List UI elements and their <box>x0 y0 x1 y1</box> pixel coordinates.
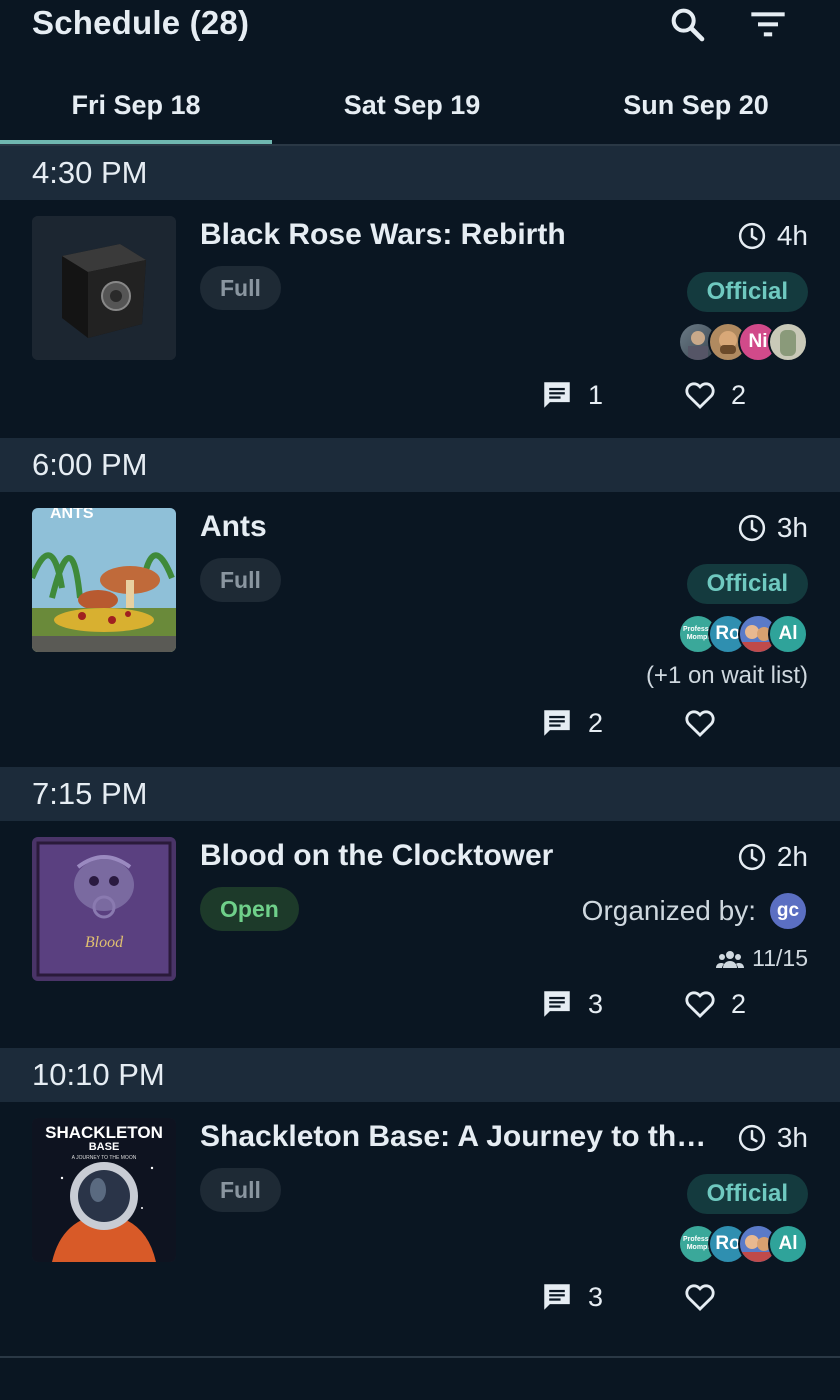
clock-icon <box>738 1124 765 1152</box>
comment-count: 1 <box>588 379 604 410</box>
game-thumbnail: ANTS <box>32 508 176 652</box>
like-button[interactable]: 2 <box>683 987 746 1021</box>
waitlist-text: (+1 on wait list) <box>645 662 808 689</box>
time-label: 7:15 PM <box>32 776 148 811</box>
event-card[interactable]: Black Rose Wars: Rebirth 4h Full Officia… <box>0 200 840 438</box>
time-header: 10:10 PM <box>0 1048 840 1102</box>
attendee-avatars[interactable]: Ni <box>678 322 808 362</box>
selected-tab-indicator <box>0 140 272 144</box>
time-header: 6:00 PM <box>0 438 840 492</box>
game-thumbnail: SHACKLETON BASE A JOURNEY TO THE MOON <box>32 1118 176 1262</box>
duration-text: 3h <box>776 1122 808 1153</box>
thumbnail-tagline: A JOURNEY TO THE MOON <box>72 1155 137 1161</box>
event-card[interactable]: SHACKLETON BASE A JOURNEY TO THE MOON Sh… <box>0 1102 840 1356</box>
like-count: 2 <box>731 379 747 410</box>
comment-icon <box>544 710 570 736</box>
search-icon <box>671 8 705 42</box>
like-count: 2 <box>731 988 747 1019</box>
time-label: 6:00 PM <box>32 447 148 482</box>
svg-text:ANTS: ANTS <box>50 508 94 522</box>
official-badge: Official <box>686 1174 808 1214</box>
group-icon <box>716 950 745 968</box>
duration: 3h <box>737 1122 808 1154</box>
heart-icon <box>685 710 715 738</box>
time-header: 4:30 PM <box>0 146 840 200</box>
official-badge: Official <box>686 564 808 604</box>
time-label: 4:30 PM <box>32 155 148 190</box>
tab-fri-sep-18[interactable]: Fri Sep 18 <box>0 66 272 144</box>
duration: 4h <box>737 220 808 252</box>
comments-button[interactable]: 1 <box>540 378 603 412</box>
tab-sun-sep-20[interactable]: Sun Sep 20 <box>552 66 840 144</box>
time-header: 7:15 PM <box>0 767 840 821</box>
avatar: Al <box>768 1224 808 1264</box>
game-thumbnail: Blood <box>32 837 176 981</box>
organized-by-label: Organized by: <box>581 895 756 926</box>
attendee-avatars[interactable]: Professo Mompi Ro Al <box>678 1224 808 1264</box>
like-button[interactable]: 2 <box>683 378 746 412</box>
thumbnail-logo-subtext: BASE <box>89 1141 120 1153</box>
player-count: 11/15 <box>716 945 808 972</box>
day-tabs: Fri Sep 18 Sat Sep 19 Sun Sep 20 <box>0 66 840 146</box>
duration: 2h <box>737 841 808 873</box>
duration-text: 2h <box>776 841 808 872</box>
heart-icon <box>685 991 715 1019</box>
comment-icon <box>544 1284 570 1310</box>
clock-icon <box>738 843 765 871</box>
clock-icon <box>738 222 765 250</box>
comments-button[interactable]: 3 <box>540 1280 603 1314</box>
status-badge: Open <box>200 887 299 931</box>
like-button[interactable] <box>683 706 731 740</box>
official-badge: Official <box>686 272 808 312</box>
game-title: Blood on the Clocktower <box>200 839 554 872</box>
organizer-avatar[interactable]: gc <box>768 891 808 931</box>
attendee-avatars[interactable]: Professo Mompi Ro Al <box>678 614 808 654</box>
organizer: Organized by: gc <box>582 891 808 931</box>
player-count-text: 11/15 <box>752 945 808 971</box>
status-badge: Full <box>200 1168 281 1212</box>
comment-icon <box>544 382 570 408</box>
filter-button[interactable] <box>746 2 790 46</box>
comment-count: 3 <box>588 988 604 1019</box>
app-bar: Schedule (28) <box>0 0 840 66</box>
tab-sat-sep-19[interactable]: Sat Sep 19 <box>272 66 552 144</box>
comments-button[interactable]: 2 <box>540 706 603 740</box>
list-divider <box>0 1356 840 1358</box>
avatar <box>768 322 808 362</box>
comment-count: 3 <box>588 1281 604 1312</box>
game-title: Black Rose Wars: Rebirth <box>200 218 566 251</box>
comments-button[interactable]: 3 <box>540 987 603 1021</box>
duration: 3h <box>737 512 808 544</box>
game-thumbnail <box>32 216 176 360</box>
game-title: Shackleton Base: A Journey to the Moon <box>200 1120 720 1153</box>
comment-count: 2 <box>588 707 604 738</box>
heart-icon <box>685 1284 715 1312</box>
like-button[interactable] <box>683 1280 731 1314</box>
status-badge: Full <box>200 266 281 310</box>
duration-text: 4h <box>776 220 808 251</box>
avatar: Al <box>768 614 808 654</box>
event-card[interactable]: Blood Blood on the Clocktower 2h Open Or… <box>0 821 840 1048</box>
clock-icon <box>738 514 765 542</box>
svg-text:Blood: Blood <box>85 934 124 951</box>
event-card[interactable]: ANTS Ants 3h Full Official Professo Momp… <box>0 492 840 767</box>
thumbnail-logo-text: SHACKLETON <box>45 1123 163 1142</box>
search-button[interactable] <box>665 2 709 46</box>
duration-text: 3h <box>776 512 808 543</box>
comment-icon <box>544 991 570 1017</box>
game-title: Ants <box>200 510 267 543</box>
time-label: 10:10 PM <box>32 1057 165 1092</box>
page-title: Schedule (28) <box>32 4 250 41</box>
filter-icon <box>751 12 785 37</box>
heart-icon <box>685 382 715 410</box>
status-badge: Full <box>200 558 281 602</box>
